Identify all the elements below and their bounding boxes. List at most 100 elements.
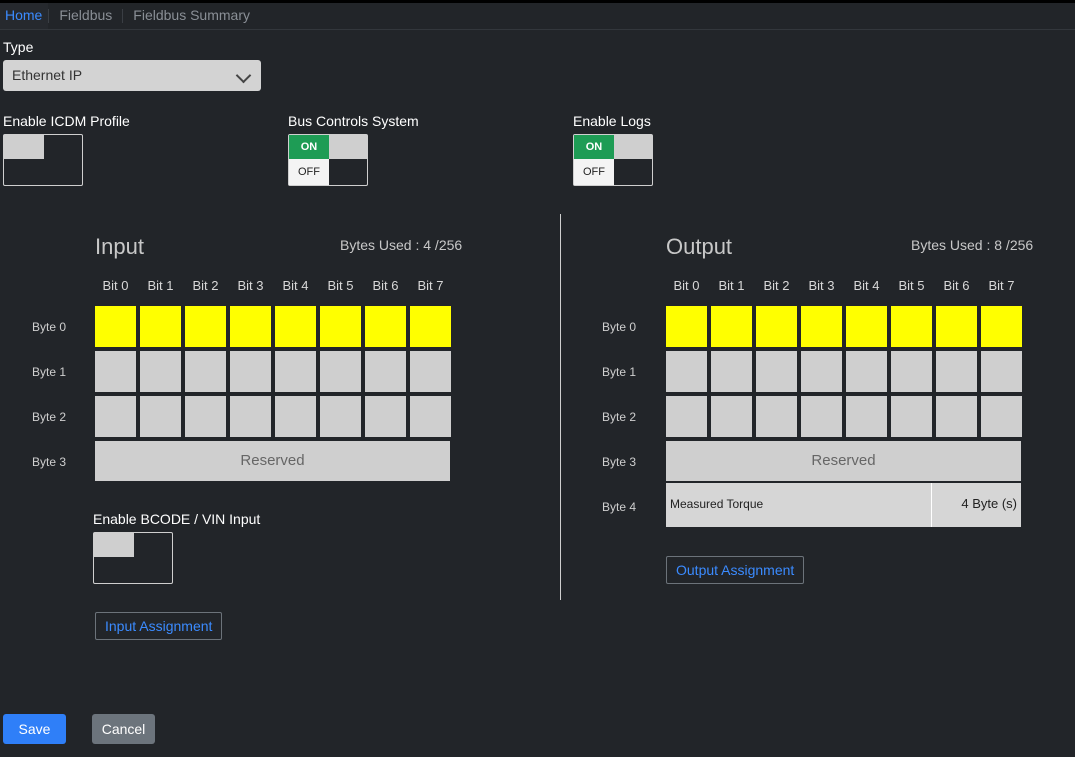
bit-cell[interactable] bbox=[320, 306, 361, 347]
bit-cell[interactable] bbox=[981, 306, 1022, 347]
bit-header: Bit 0 bbox=[673, 278, 700, 293]
bit-cell[interactable] bbox=[756, 351, 797, 392]
bit-header: Bit 0 bbox=[102, 278, 129, 293]
bit-cell[interactable] bbox=[756, 396, 797, 437]
bit-cell[interactable] bbox=[711, 396, 752, 437]
type-select-value: Ethernet IP bbox=[12, 67, 83, 83]
bit-cell[interactable] bbox=[95, 306, 136, 347]
bit-cell[interactable] bbox=[801, 351, 842, 392]
byte-label: Byte 0 bbox=[32, 320, 67, 334]
bit-cell[interactable] bbox=[275, 396, 316, 437]
bit-cell[interactable] bbox=[140, 396, 181, 437]
bit-header: Bit 1 bbox=[718, 278, 745, 293]
bit-cell[interactable] bbox=[891, 306, 932, 347]
toggle-on[interactable]: ON bbox=[574, 135, 614, 159]
byte-label: Byte 2 bbox=[32, 410, 67, 424]
bit-cell[interactable] bbox=[981, 351, 1022, 392]
icdm-label: Enable ICDM Profile bbox=[3, 113, 130, 129]
bit-cell[interactable] bbox=[410, 351, 451, 392]
bit-cell[interactable] bbox=[410, 396, 451, 437]
save-button[interactable]: Save bbox=[3, 714, 66, 744]
torque-size: 4 Byte (s) bbox=[961, 496, 1017, 511]
bit-cell[interactable] bbox=[801, 306, 842, 347]
bit-cell[interactable] bbox=[185, 351, 226, 392]
bit-cell[interactable] bbox=[275, 306, 316, 347]
bit-cell[interactable] bbox=[711, 351, 752, 392]
icdm-toggle[interactable] bbox=[3, 134, 83, 186]
input-assignment-button[interactable]: Input Assignment bbox=[95, 612, 223, 640]
bit-cell[interactable] bbox=[666, 351, 707, 392]
bit-header: Bit 4 bbox=[853, 278, 880, 293]
bit-cell[interactable] bbox=[185, 306, 226, 347]
byte-label: Byte 2 bbox=[602, 410, 637, 424]
bit-cell[interactable] bbox=[320, 351, 361, 392]
breadcrumb-home[interactable]: Home bbox=[0, 3, 49, 29]
bit-header: Bit 2 bbox=[192, 278, 219, 293]
bit-cell[interactable] bbox=[410, 306, 451, 347]
torque-name: Measured Torque bbox=[670, 497, 764, 511]
toggle-track bbox=[329, 135, 367, 159]
output-title: Output bbox=[666, 234, 733, 259]
bus-controls-toggle[interactable]: ON OFF bbox=[288, 134, 368, 186]
bit-cell[interactable] bbox=[185, 396, 226, 437]
bit-cell[interactable] bbox=[666, 306, 707, 347]
bit-cell[interactable] bbox=[365, 306, 406, 347]
bit-header: Bit 7 bbox=[417, 278, 444, 293]
torque-separator bbox=[931, 483, 932, 527]
bit-cell[interactable] bbox=[320, 396, 361, 437]
enable-logs-toggle[interactable]: ON OFF bbox=[573, 134, 653, 186]
bit-cell[interactable] bbox=[801, 396, 842, 437]
bcode-label: Enable BCODE / VIN Input bbox=[93, 511, 261, 527]
bit-cell[interactable] bbox=[891, 396, 932, 437]
bit-cell[interactable] bbox=[936, 306, 977, 347]
toggle-on[interactable]: ON bbox=[289, 135, 329, 159]
bit-cell[interactable] bbox=[95, 396, 136, 437]
breadcrumb-fieldbus-summary: Fieldbus Summary bbox=[133, 7, 250, 23]
bit-header: Bit 6 bbox=[372, 278, 399, 293]
bit-header: Bit 2 bbox=[763, 278, 790, 293]
breadcrumb-fieldbus[interactable]: Fieldbus bbox=[49, 3, 122, 29]
bit-cell[interactable] bbox=[666, 396, 707, 437]
bit-cell[interactable] bbox=[891, 351, 932, 392]
output-reserved: Reserved bbox=[666, 441, 1021, 481]
bit-header: Bit 3 bbox=[237, 278, 264, 293]
bit-cell[interactable] bbox=[275, 351, 316, 392]
input-bytes-used: Bytes Used : 4 /256 bbox=[340, 237, 463, 253]
bus-controls-label: Bus Controls System bbox=[288, 113, 419, 129]
bit-cell[interactable] bbox=[365, 351, 406, 392]
input-title: Input bbox=[95, 234, 144, 259]
bit-cell[interactable] bbox=[846, 306, 887, 347]
bit-cell[interactable] bbox=[846, 396, 887, 437]
byte-label: Byte 0 bbox=[602, 320, 637, 334]
output-assignment-button[interactable]: Output Assignment bbox=[666, 556, 805, 584]
bit-cell[interactable] bbox=[95, 351, 136, 392]
bit-cell[interactable] bbox=[140, 306, 181, 347]
bit-cell[interactable] bbox=[936, 396, 977, 437]
toggle-off[interactable]: OFF bbox=[289, 159, 329, 185]
bit-cell[interactable] bbox=[756, 306, 797, 347]
type-label: Type bbox=[3, 39, 34, 55]
bit-cell[interactable] bbox=[711, 306, 752, 347]
bit-cell[interactable] bbox=[230, 396, 271, 437]
toggle-off[interactable]: OFF bbox=[574, 159, 614, 185]
bit-header: Bit 4 bbox=[282, 278, 309, 293]
bit-cell[interactable] bbox=[981, 396, 1022, 437]
bit-cell[interactable] bbox=[846, 351, 887, 392]
byte-label: Byte 1 bbox=[602, 365, 637, 379]
cancel-button[interactable]: Cancel bbox=[92, 714, 155, 744]
type-select[interactable]: Ethernet IP bbox=[3, 60, 261, 91]
bit-cell[interactable] bbox=[230, 306, 271, 347]
bit-cell[interactable] bbox=[140, 351, 181, 392]
bit-cell[interactable] bbox=[230, 351, 271, 392]
byte-label: Byte 4 bbox=[602, 500, 637, 514]
byte-label: Byte 1 bbox=[32, 365, 67, 379]
toggle-track bbox=[614, 135, 652, 159]
bcode-toggle[interactable] bbox=[93, 532, 173, 584]
bit-cell[interactable] bbox=[365, 396, 406, 437]
enable-logs-label: Enable Logs bbox=[573, 113, 651, 129]
byte-label: Byte 3 bbox=[602, 455, 637, 469]
panel-divider bbox=[560, 214, 561, 600]
breadcrumb: Home Fieldbus Fieldbus Summary bbox=[0, 3, 1075, 30]
measured-torque-row[interactable]: Measured Torque 4 Byte (s) bbox=[666, 483, 1021, 527]
bit-cell[interactable] bbox=[936, 351, 977, 392]
